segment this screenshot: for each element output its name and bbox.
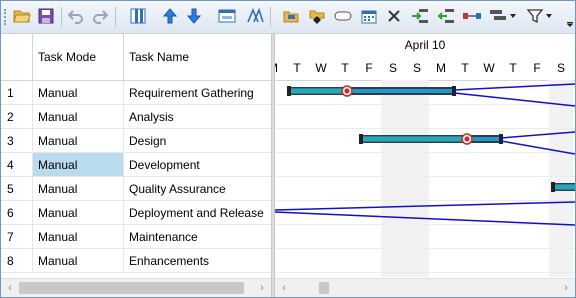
table-row[interactable]: 6 Manual Deployment and Release (1, 201, 271, 225)
dependency-link (275, 211, 575, 226)
indent-icon[interactable] (409, 5, 431, 27)
chart-horizontal-scrollbar[interactable]: ‹ › (275, 278, 575, 297)
undo-icon[interactable] (65, 5, 87, 27)
column-header-task-name[interactable]: Task Name (124, 34, 271, 80)
row-number: 2 (1, 105, 33, 128)
task-mode-cell[interactable]: Manual (33, 225, 124, 248)
task-bar-start-handle[interactable] (359, 134, 363, 144)
progress-handle-dot (464, 136, 470, 142)
table-row[interactable]: 7 Manual Maintenance (1, 225, 271, 249)
chart-scroll-left-arrow-icon[interactable]: ‹ (278, 282, 290, 294)
save-icon[interactable] (35, 5, 57, 27)
dependency-link (500, 140, 575, 155)
gantt-bars (275, 83, 575, 226)
row-number: 4 (1, 153, 33, 176)
task-mode-cell[interactable]: Manual (33, 105, 124, 128)
task-mode-cell[interactable]: Manual (33, 81, 124, 104)
toolbar-grip[interactable] (4, 9, 8, 25)
summary-task-icon[interactable] (332, 5, 354, 27)
task-name-cell[interactable]: Development (124, 153, 271, 176)
chart-scroll-right-arrow-icon[interactable]: › (560, 282, 572, 294)
task-progress (362, 136, 462, 142)
progress-handle-dot (344, 88, 350, 94)
table-row[interactable]: 4 Manual Development (1, 153, 271, 177)
task-grid: Task Mode Task Name 1 Manual Requirement G… (1, 34, 271, 277)
task-mode-cell[interactable]: Manual (33, 201, 124, 224)
task-name-cell[interactable]: Requirement Gathering (124, 81, 271, 104)
filter-icon[interactable] (525, 5, 557, 27)
task-bar-end-handle[interactable] (452, 86, 456, 96)
task-mode-value: Manual (38, 109, 78, 124)
dependency-link (453, 92, 575, 107)
task-bar-start-handle[interactable] (551, 182, 555, 192)
add-milestone-icon[interactable] (306, 5, 328, 27)
table-row[interactable]: 2 Manual Analysis (1, 105, 271, 129)
columns-icon[interactable] (119, 5, 159, 27)
row-number: 1 (1, 81, 33, 104)
move-down-icon[interactable] (183, 5, 205, 27)
link-tasks-icon[interactable] (461, 5, 483, 27)
row-number: 5 (1, 177, 33, 200)
chart-scroll-thumb[interactable] (319, 282, 329, 294)
calendar-icon[interactable] (358, 5, 380, 27)
task-mode-value: Manual (38, 157, 78, 172)
row-number: 3 (1, 129, 33, 152)
task-bar-start-handle[interactable] (287, 86, 291, 96)
grid-horizontal-scrollbar[interactable]: ‹ › (1, 278, 271, 297)
gantt-chart: April 10 MTWTFSSMTWTFS (275, 34, 575, 277)
delete-icon[interactable] (383, 5, 405, 27)
task-progress (554, 184, 575, 190)
task-mode-value: Manual (38, 229, 78, 244)
task-mode-value: Manual (38, 253, 78, 268)
grid-header: Task Mode Task Name (1, 34, 271, 81)
task-progress (290, 88, 350, 94)
toolbar (1, 1, 575, 34)
task-mode-cell[interactable]: Manual (33, 129, 124, 152)
task-mode-value: Manual (38, 181, 78, 196)
dependency-link (453, 83, 575, 91)
open-folder-icon[interactable] (11, 5, 33, 27)
table-row[interactable]: 5 Manual Quality Assurance (1, 177, 271, 201)
task-bar-end-handle[interactable] (499, 134, 503, 144)
dependency-link (500, 131, 575, 139)
redo-icon[interactable] (89, 5, 111, 27)
task-name-cell[interactable]: Maintenance (124, 225, 271, 248)
task-mode-cell[interactable]: Manual (33, 153, 124, 176)
task-name-cell[interactable]: Quality Assurance (124, 177, 271, 200)
grid-scroll-thumb[interactable] (19, 282, 244, 294)
column-header-task-mode[interactable]: Task Mode (33, 34, 124, 80)
task-mode-value: Manual (38, 205, 78, 220)
task-name-cell[interactable]: Deployment and Release (124, 201, 271, 224)
scroll-left-arrow-icon[interactable]: ‹ (4, 282, 16, 294)
task-name-cell[interactable]: Design (124, 129, 271, 152)
row-number: 6 (1, 201, 33, 224)
table-row[interactable]: 3 Manual Design (1, 129, 271, 153)
row-header-corner (1, 34, 33, 80)
text-styles-icon[interactable] (244, 5, 266, 27)
outdent-icon[interactable] (435, 5, 457, 27)
row-number: 8 (1, 249, 33, 272)
add-task-icon[interactable] (280, 5, 302, 27)
table-row[interactable]: 8 Manual Enhancements (1, 249, 271, 273)
gantt-control: Task Mode Task Name 1 Manual Requirement G… (0, 0, 576, 298)
view-options-icon[interactable] (487, 5, 519, 27)
table-row[interactable]: 1 Manual Requirement Gathering (1, 81, 271, 105)
toolbar-overflow-icon[interactable] (566, 9, 574, 27)
task-information-icon[interactable] (216, 5, 238, 27)
move-up-icon[interactable] (159, 5, 181, 27)
task-mode-value: Manual (38, 85, 78, 100)
scroll-right-arrow-icon[interactable]: › (256, 282, 268, 294)
dependency-link (275, 201, 575, 211)
task-name-cell[interactable]: Analysis (124, 105, 271, 128)
task-mode-value: Manual (38, 133, 78, 148)
row-number: 7 (1, 225, 33, 248)
task-name-cell[interactable]: Enhancements (124, 249, 271, 272)
task-mode-cell[interactable]: Manual (33, 249, 124, 272)
task-mode-cell[interactable]: Manual (33, 177, 124, 200)
